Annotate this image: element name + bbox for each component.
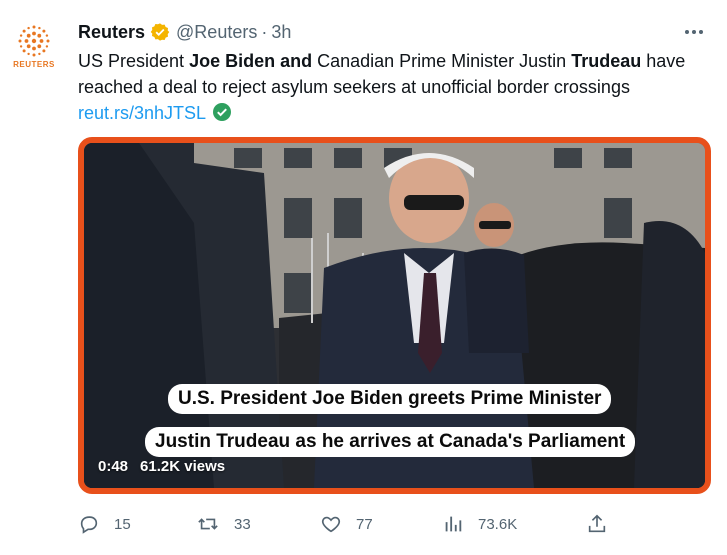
tweet-text-bold-biden: Joe Biden and <box>189 51 313 71</box>
share-icon <box>588 514 606 533</box>
reply-icon <box>80 516 98 534</box>
video-player[interactable]: U.S. President Joe Biden greets Prime Mi… <box>78 137 711 494</box>
views-button[interactable]: 73.6K <box>442 510 517 538</box>
video-caption-line-2: Justin Trudeau as he arrives at Canada's… <box>145 427 636 457</box>
tweet-time[interactable]: 3h <box>271 22 291 43</box>
author-name[interactable]: Reuters <box>78 22 145 43</box>
avatar[interactable]: REUTERS <box>8 24 60 76</box>
retweet-count: 33 <box>234 515 251 533</box>
like-button[interactable]: 77 <box>320 510 373 538</box>
reply-count: 15 <box>114 515 131 533</box>
like-icon <box>321 516 341 533</box>
tweet-text: US President Joe Biden and Canadian Prim… <box>78 48 698 129</box>
more-icon[interactable] <box>682 22 706 42</box>
action-bar: 15 33 77 73.6K <box>78 510 718 538</box>
link-check-icon <box>212 102 232 129</box>
share-button[interactable] <box>586 510 622 538</box>
tweet-header: Reuters @Reuters · 3h <box>78 20 291 44</box>
reuters-logo-icon <box>18 25 50 57</box>
video-view-count: 61.2K views <box>140 458 226 475</box>
video-duration: 0:48 <box>98 458 129 475</box>
video-stats: 0:48 61.2K views <box>98 458 225 475</box>
avatar-brand-text: REUTERS <box>13 60 55 69</box>
verified-badge-icon[interactable] <box>150 22 170 42</box>
retweet-icon <box>198 518 218 530</box>
retweet-button[interactable]: 33 <box>196 510 251 538</box>
tweet-text-segment: Canadian Prime Minister Justin <box>312 51 572 71</box>
reply-button[interactable]: 15 <box>78 510 131 538</box>
like-count: 77 <box>356 515 373 533</box>
header-separator: · <box>261 21 268 42</box>
tweet[interactable]: REUTERS Reuters @Reuters · 3h US Preside… <box>0 0 727 555</box>
video-caption-line-1: U.S. President Joe Biden greets Prime Mi… <box>168 384 612 414</box>
tweet-text-bold-trudeau: Trudeau <box>571 51 642 71</box>
tweet-text-segment: US President <box>78 51 190 71</box>
tweet-link[interactable]: reut.rs/3nhJTSL <box>78 103 206 123</box>
author-handle[interactable]: @Reuters <box>176 22 257 43</box>
views-icon <box>445 516 462 532</box>
views-count: 73.6K <box>478 515 518 533</box>
